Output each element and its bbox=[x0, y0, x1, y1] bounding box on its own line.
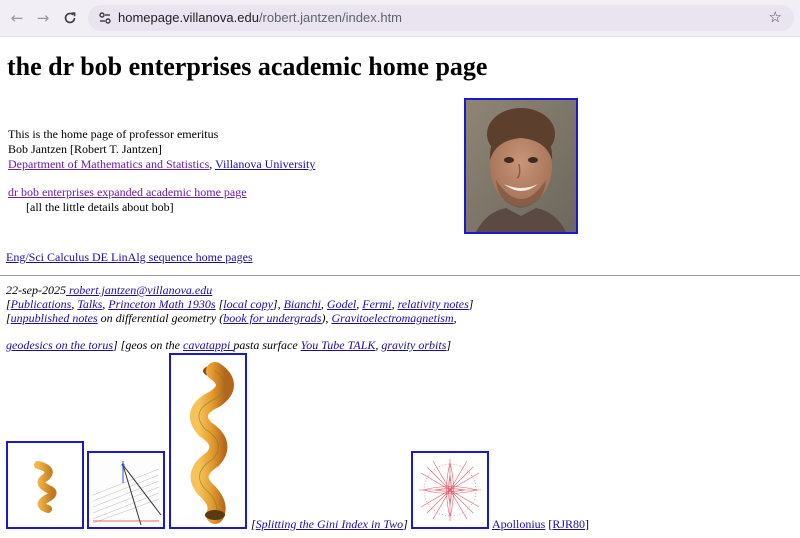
unpublished-notes-link[interactable]: unpublished notes bbox=[11, 311, 98, 325]
cavatappi-link[interactable]: cavatappi bbox=[183, 338, 233, 352]
bracket-text: ] bbox=[403, 517, 408, 531]
godel-link[interactable]: Godel bbox=[327, 297, 356, 311]
bianchi-link[interactable]: Bianchi bbox=[284, 297, 321, 311]
gravitoelectromagnetism-link[interactable]: Gravitoelectromagnetism bbox=[331, 311, 453, 325]
gini-index-link[interactable]: Splitting the Gini Index in Two bbox=[256, 517, 403, 531]
reload-icon bbox=[64, 12, 76, 24]
arrow-left-icon: ← bbox=[10, 9, 24, 27]
book-for-undergrads-link[interactable]: book for undergrads bbox=[223, 311, 321, 325]
page-content: the dr bob enterprises academic home pag… bbox=[0, 37, 800, 538]
youtube-talk-link[interactable]: You Tube TALK bbox=[301, 338, 376, 352]
date-email-line: 22-sep-2025 robert.jantzen@villanova.edu bbox=[6, 283, 473, 297]
links-block: 22-sep-2025 robert.jantzen@villanova.edu… bbox=[6, 283, 473, 352]
eng-sci-calculus-link[interactable]: Eng/Sci Calculus DE LinAlg sequence home… bbox=[6, 250, 253, 264]
bracket-text: ] bbox=[585, 517, 590, 531]
address-bar[interactable]: homepage.villanova.edu/robert.jantzen/in… bbox=[88, 5, 794, 31]
princeton-math-link[interactable]: Princeton Math 1930s bbox=[108, 297, 215, 311]
url-path: /robert.jantzen/index.htm bbox=[258, 10, 403, 25]
horizontal-rule bbox=[0, 275, 800, 276]
url-text[interactable]: homepage.villanova.edu/robert.jantzen/in… bbox=[118, 10, 402, 25]
rjr80-link[interactable]: RJR80 bbox=[552, 517, 585, 531]
bracket-text: ] bbox=[468, 297, 474, 311]
relativity-notes-link[interactable]: relativity notes bbox=[398, 297, 469, 311]
university-link[interactable]: Villanova University bbox=[215, 157, 315, 171]
publications-line: [Publications, Talks, Princeton Math 193… bbox=[6, 297, 473, 311]
apollonius-thumbnail[interactable] bbox=[411, 451, 489, 529]
page-title: the dr bob enterprises academic home pag… bbox=[7, 52, 488, 81]
apollonius-line: Apollonius [RJR80] bbox=[492, 517, 589, 532]
bracket-text: ] bbox=[446, 338, 452, 352]
description-text: pasta surface bbox=[233, 338, 301, 352]
publications-link[interactable]: Publications bbox=[11, 297, 72, 311]
url-domain: homepage.villanova.edu bbox=[118, 10, 259, 25]
description-text: on differential geometry ( bbox=[97, 311, 224, 325]
local-copy-link[interactable]: local copy bbox=[223, 297, 273, 311]
site-info-icon[interactable] bbox=[97, 10, 113, 26]
intro-line-1: This is the home page of professor emeri… bbox=[8, 127, 219, 141]
forward-button[interactable]: → bbox=[33, 8, 53, 28]
arrow-right-icon: → bbox=[36, 9, 50, 27]
date-text: 22-sep-2025 bbox=[6, 283, 66, 297]
gravity-orbits-link[interactable]: gravity orbits bbox=[381, 338, 446, 352]
unpublished-line: [unpublished notes on differential geome… bbox=[6, 311, 473, 325]
expanded-home-page-link[interactable]: dr bob enterprises expanded academic hom… bbox=[8, 185, 247, 199]
bracket-text: ], bbox=[272, 297, 284, 311]
separator-text: , bbox=[453, 311, 457, 325]
description-text: ] [geos on the bbox=[113, 338, 183, 352]
reload-button[interactable] bbox=[60, 8, 80, 28]
browser-toolbar: ← → homepage.villanova.edu/robert.jantze… bbox=[0, 0, 800, 37]
expanded-description: [all the little details about bob] bbox=[26, 200, 174, 214]
back-button[interactable]: ← bbox=[7, 8, 27, 28]
fermi-link[interactable]: Fermi bbox=[362, 297, 391, 311]
portrait-photo bbox=[464, 98, 578, 234]
email-link[interactable]: robert.jantzen@villanova.edu bbox=[66, 283, 212, 297]
talks-link[interactable]: Talks bbox=[77, 297, 102, 311]
affiliation-line: Department of Mathematics and Statistics… bbox=[8, 157, 315, 172]
spacetime-diagram-thumbnail[interactable] bbox=[87, 451, 165, 529]
small-cavatappi-thumbnail[interactable] bbox=[6, 441, 84, 529]
apollonius-link[interactable]: Apollonius bbox=[492, 517, 545, 531]
intro-line-2: Bob Jantzen [Robert T. Jantzen] bbox=[8, 142, 162, 156]
geodesics-line: geodesics on the torus] [geos on the cav… bbox=[6, 338, 473, 352]
gini-index-line: [Splitting the Gini Index in Two] bbox=[251, 517, 408, 532]
intro-block: This is the home page of professor emeri… bbox=[8, 127, 315, 215]
large-cavatappi-thumbnail[interactable] bbox=[169, 353, 247, 529]
geodesics-torus-link[interactable]: geodesics on the torus bbox=[6, 338, 113, 352]
bookmark-star-icon[interactable]: ☆ bbox=[769, 8, 782, 26]
separator-text: ), bbox=[321, 311, 332, 325]
department-link[interactable]: Department of Mathematics and Statistics bbox=[8, 157, 209, 171]
